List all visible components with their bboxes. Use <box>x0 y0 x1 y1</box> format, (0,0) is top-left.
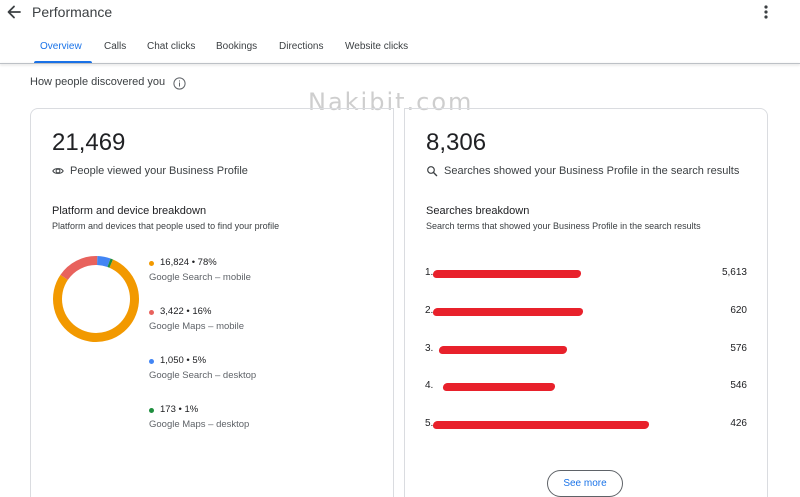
legend-value: 173 • 1% <box>160 404 199 415</box>
tab-overview[interactable]: Overview <box>40 41 82 52</box>
redacted-search-term <box>432 270 582 278</box>
row-number: 5. <box>425 418 434 429</box>
tabs-divider <box>0 63 800 64</box>
searches-total: 8,306 <box>426 129 487 156</box>
tab-directions[interactable]: Directions <box>279 41 323 52</box>
search-term-row: 2. 620 <box>425 305 747 321</box>
row-number: 3. <box>425 343 434 354</box>
tab-bar: Overview Calls Chat clicks Bookings Dire… <box>0 32 800 64</box>
tab-bookings[interactable]: Bookings <box>216 41 257 52</box>
redacted-search-term <box>432 308 584 316</box>
redacted-search-term <box>438 346 568 354</box>
row-number: 4. <box>425 380 434 391</box>
tab-website-clicks[interactable]: Website clicks <box>345 41 408 52</box>
search-icon <box>427 166 438 177</box>
views-total: 21,469 <box>52 129 126 156</box>
legend-label: Google Maps – desktop <box>149 419 250 430</box>
search-term-row: 1. 5,613 <box>425 267 747 283</box>
searches-label: Searches showed your Business Profile in… <box>444 165 740 177</box>
views-metric-row: People viewed your Business Profile <box>52 164 248 178</box>
see-more-button[interactable]: See more <box>547 470 623 497</box>
platform-breakdown-title: Platform and device breakdown <box>52 205 207 217</box>
legend-dot <box>149 310 154 315</box>
views-label: People viewed your Business Profile <box>70 165 248 177</box>
searches-metric-row: Searches showed your Business Profile in… <box>426 164 739 178</box>
donut-slice-google-search-desktop <box>96 256 111 268</box>
row-count: 426 <box>730 418 747 429</box>
platform-breakdown-desc: Platform and devices that people used to… <box>52 221 280 231</box>
row-count: 546 <box>730 380 747 391</box>
top-bar: Performance <box>0 0 800 24</box>
search-term-row: 4. 546 <box>425 380 747 396</box>
tab-chat-clicks[interactable]: Chat clicks <box>147 41 195 52</box>
more-options-icon[interactable] <box>755 2 777 22</box>
card-separator <box>393 108 404 497</box>
row-number: 2. <box>425 305 434 316</box>
donut-slice-google-maps-mobile <box>60 256 98 281</box>
back-arrow-icon[interactable] <box>4 2 24 22</box>
row-number: 1. <box>425 267 434 278</box>
legend-label: Google Search – desktop <box>149 370 257 381</box>
searches-breakdown-title: Searches breakdown <box>426 205 530 217</box>
legend-dot <box>149 359 154 364</box>
profile-views-card: 21,469 People viewed your Business Profi… <box>30 108 393 497</box>
tab-calls[interactable]: Calls <box>104 41 126 52</box>
searches-card: 8,306 Searches showed your Business Prof… <box>404 108 768 497</box>
legend-dot <box>149 408 154 413</box>
eye-icon <box>52 168 64 174</box>
platform-donut-chart <box>53 256 139 342</box>
search-term-row: 3. 576 <box>425 343 747 359</box>
redacted-search-term <box>432 421 650 429</box>
redacted-search-term <box>442 383 556 391</box>
legend-value: 16,824 • 78% <box>160 257 217 268</box>
legend-dot <box>149 261 154 266</box>
search-term-row: 5. 426 <box>425 418 747 434</box>
page-title: Performance <box>32 4 113 20</box>
info-icon[interactable] <box>173 77 186 90</box>
row-count: 576 <box>730 343 747 354</box>
legend-value: 3,422 • 16% <box>160 306 212 317</box>
row-count: 620 <box>730 305 747 316</box>
donut-slice-google-maps-desktop <box>107 258 114 268</box>
section-title: How people discovered you <box>30 76 166 88</box>
legend-label: Google Search – mobile <box>149 272 251 283</box>
legend-value: 1,050 • 5% <box>160 355 207 366</box>
searches-breakdown-desc: Search terms that showed your Business P… <box>426 221 701 231</box>
row-count: 5,613 <box>721 267 747 278</box>
legend-label: Google Maps – mobile <box>149 321 245 332</box>
